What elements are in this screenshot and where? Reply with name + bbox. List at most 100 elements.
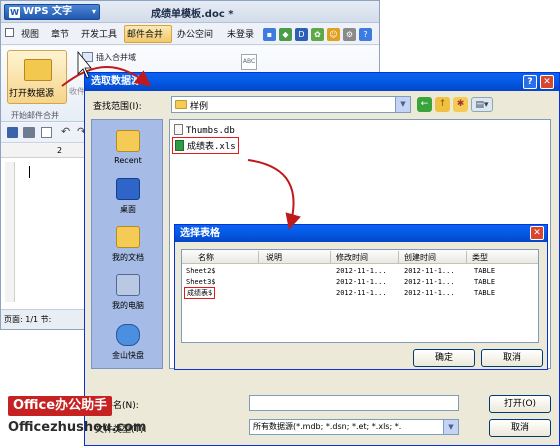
dialog-title: 选取数据源 — [91, 76, 141, 87]
menu-tab-mail-merge[interactable]: 邮件合并 — [127, 27, 163, 40]
place-desktop[interactable]: 桌面 — [92, 178, 164, 215]
skin-icon[interactable]: ☺ — [327, 28, 340, 41]
row-type: TABLE — [474, 267, 496, 275]
row-modified: 2012-11-1... — [336, 289, 387, 297]
place-label: 我的电脑 — [112, 301, 144, 310]
merge-field-preview-icon[interactable]: ABC — [241, 54, 257, 70]
row-created: 2012-11-1... — [404, 289, 455, 297]
menu-tab-developer[interactable]: 开发工具 — [81, 27, 117, 40]
feature-icon[interactable]: ▪ — [263, 28, 276, 41]
file-item[interactable]: Thumbs.db — [174, 124, 235, 136]
preview-icon[interactable] — [41, 127, 52, 138]
wps-app-menu-button[interactable]: W WPS 文字 ▾ — [4, 4, 100, 20]
print-icon[interactable] — [23, 127, 35, 138]
settings-icon[interactable]: ⚙ — [343, 28, 356, 41]
folder-icon — [175, 100, 187, 109]
document-editor[interactable]: 2 — [1, 144, 91, 309]
menu-tab-office-space[interactable]: 办公空间 — [177, 27, 213, 40]
horizontal-ruler: 2 — [1, 144, 91, 158]
help-button[interactable]: ? — [523, 75, 537, 89]
menu-tab-view[interactable]: 视图 — [21, 27, 39, 40]
column-divider[interactable] — [466, 251, 467, 263]
wps-title-bar: W WPS 文字 ▾ 成绩单模板.doc * — [1, 1, 379, 23]
dialog-title-bar: 选择表格 ✕ — [175, 225, 547, 242]
lookin-label: 查找范围(I): — [93, 102, 142, 112]
recent-folder-icon — [116, 130, 140, 152]
cancel-button[interactable]: 取消 — [489, 419, 551, 437]
desktop-icon — [116, 178, 140, 200]
menu-login-status[interactable]: 未登录 — [227, 27, 254, 40]
dialog-title-bar: 选取数据源 ? ✕ — [85, 73, 559, 91]
row-modified: 2012-11-1... — [336, 267, 387, 275]
filetype-select[interactable]: 所有数据源(*.mdb; *.dsn; *.et; *.xls; *. ▼ — [249, 419, 459, 435]
share-icon[interactable]: ◆ — [279, 28, 292, 41]
ok-button[interactable]: 确定 — [413, 349, 475, 367]
back-icon[interactable]: ← — [417, 97, 432, 112]
wps-logo-icon: W — [9, 7, 20, 18]
row-type: TABLE — [474, 278, 496, 286]
row-name: Sheet3$ — [186, 278, 216, 286]
cancel-button[interactable]: 取消 — [481, 349, 543, 367]
place-label: 金山快盘 — [112, 351, 144, 360]
table-list[interactable]: 名称 说明 修改时间 创建时间 类型 Sheet2$ 2012-11-1... … — [181, 249, 539, 343]
file-icon — [174, 124, 183, 135]
menu-tab-chapter[interactable]: 章节 — [51, 27, 69, 40]
column-divider[interactable] — [330, 251, 331, 263]
excel-file-icon — [175, 140, 184, 151]
d-icon[interactable]: D — [295, 28, 308, 41]
collect-recipients-label[interactable]: 收件 — [69, 86, 85, 97]
column-header-created[interactable]: 创建时间 — [404, 252, 436, 263]
column-divider[interactable] — [258, 251, 259, 263]
wps-app-label: WPS 文字 — [23, 6, 73, 17]
undo-icon[interactable]: ↶ — [61, 125, 70, 138]
close-button[interactable]: ✕ — [540, 75, 554, 89]
cloud-drive-icon — [116, 324, 140, 346]
chevron-down-icon[interactable]: ▼ — [443, 420, 458, 434]
column-header-description[interactable]: 说明 — [266, 252, 282, 263]
place-my-documents[interactable]: 我的文档 — [92, 226, 164, 263]
table-row[interactable]: Sheet3$ 2012-11-1... 2012-11-1... TABLE — [182, 278, 538, 289]
place-my-computer[interactable]: 我的电脑 — [92, 274, 164, 311]
help-icon[interactable]: ? — [359, 28, 372, 41]
lookin-value: 样例 — [190, 102, 209, 112]
filename-input[interactable] — [249, 395, 459, 411]
place-kuaipan[interactable]: 金山快盘 — [92, 324, 164, 361]
ribbon-group-label: 开始邮件合并 — [11, 111, 59, 120]
quick-access-icon[interactable] — [5, 28, 14, 37]
row-modified: 2012-11-1... — [336, 278, 387, 286]
chevron-down-icon[interactable]: ▼ — [395, 97, 410, 112]
open-datasource-label: 打开数据源 — [9, 89, 55, 99]
place-recent[interactable]: Recent — [92, 130, 164, 165]
insert-merge-field-button[interactable]: 插入合并域 — [82, 52, 136, 63]
dialog-title: 选择表格 — [180, 228, 220, 239]
new-folder-icon[interactable]: ✱ — [453, 97, 468, 112]
column-header-modified[interactable]: 修改时间 — [336, 252, 368, 263]
file-name: Thumbs.db — [186, 126, 235, 136]
lookin-combobox[interactable]: 样例 ▼ — [171, 96, 411, 113]
column-divider[interactable] — [398, 251, 399, 263]
file-name: 成绩表.xls — [187, 142, 236, 152]
text-cursor — [29, 166, 30, 178]
table-row[interactable]: Sheet2$ 2012-11-1... 2012-11-1... TABLE — [182, 267, 538, 278]
my-documents-icon — [116, 226, 140, 248]
ruler-mark: 2 — [57, 146, 63, 155]
my-computer-icon — [116, 274, 140, 296]
select-table-dialog: 选择表格 ✕ 名称 说明 修改时间 创建时间 类型 Sheet2$ 2012-1… — [174, 224, 548, 370]
folder-open-icon — [24, 59, 52, 81]
status-bar: 页面: 1/1 节: — [1, 309, 91, 329]
close-button[interactable]: ✕ — [530, 226, 544, 240]
view-menu-icon[interactable]: ▤▾ — [471, 97, 493, 112]
save-icon[interactable] — [7, 127, 18, 138]
open-button[interactable]: 打开(O) — [489, 395, 551, 413]
filetype-value: 所有数据源(*.mdb; *.dsn; *.et; *.xls; *. — [253, 422, 402, 431]
up-folder-icon[interactable]: ↑ — [435, 97, 450, 112]
row-name: 成绩表$ — [184, 287, 216, 299]
insert-merge-field-label: 插入合并域 — [96, 53, 136, 62]
place-label: Recent — [114, 156, 142, 165]
column-header-type[interactable]: 类型 — [472, 252, 488, 263]
watermark-badge: Office办公助手 — [8, 396, 113, 416]
table-row-selected[interactable]: 成绩表$ 2012-11-1... 2012-11-1... TABLE — [182, 287, 538, 300]
file-item-selected[interactable]: 成绩表.xls — [172, 137, 239, 154]
plugin-icon[interactable]: ✿ — [311, 28, 324, 41]
column-header-name[interactable]: 名称 — [198, 252, 214, 263]
